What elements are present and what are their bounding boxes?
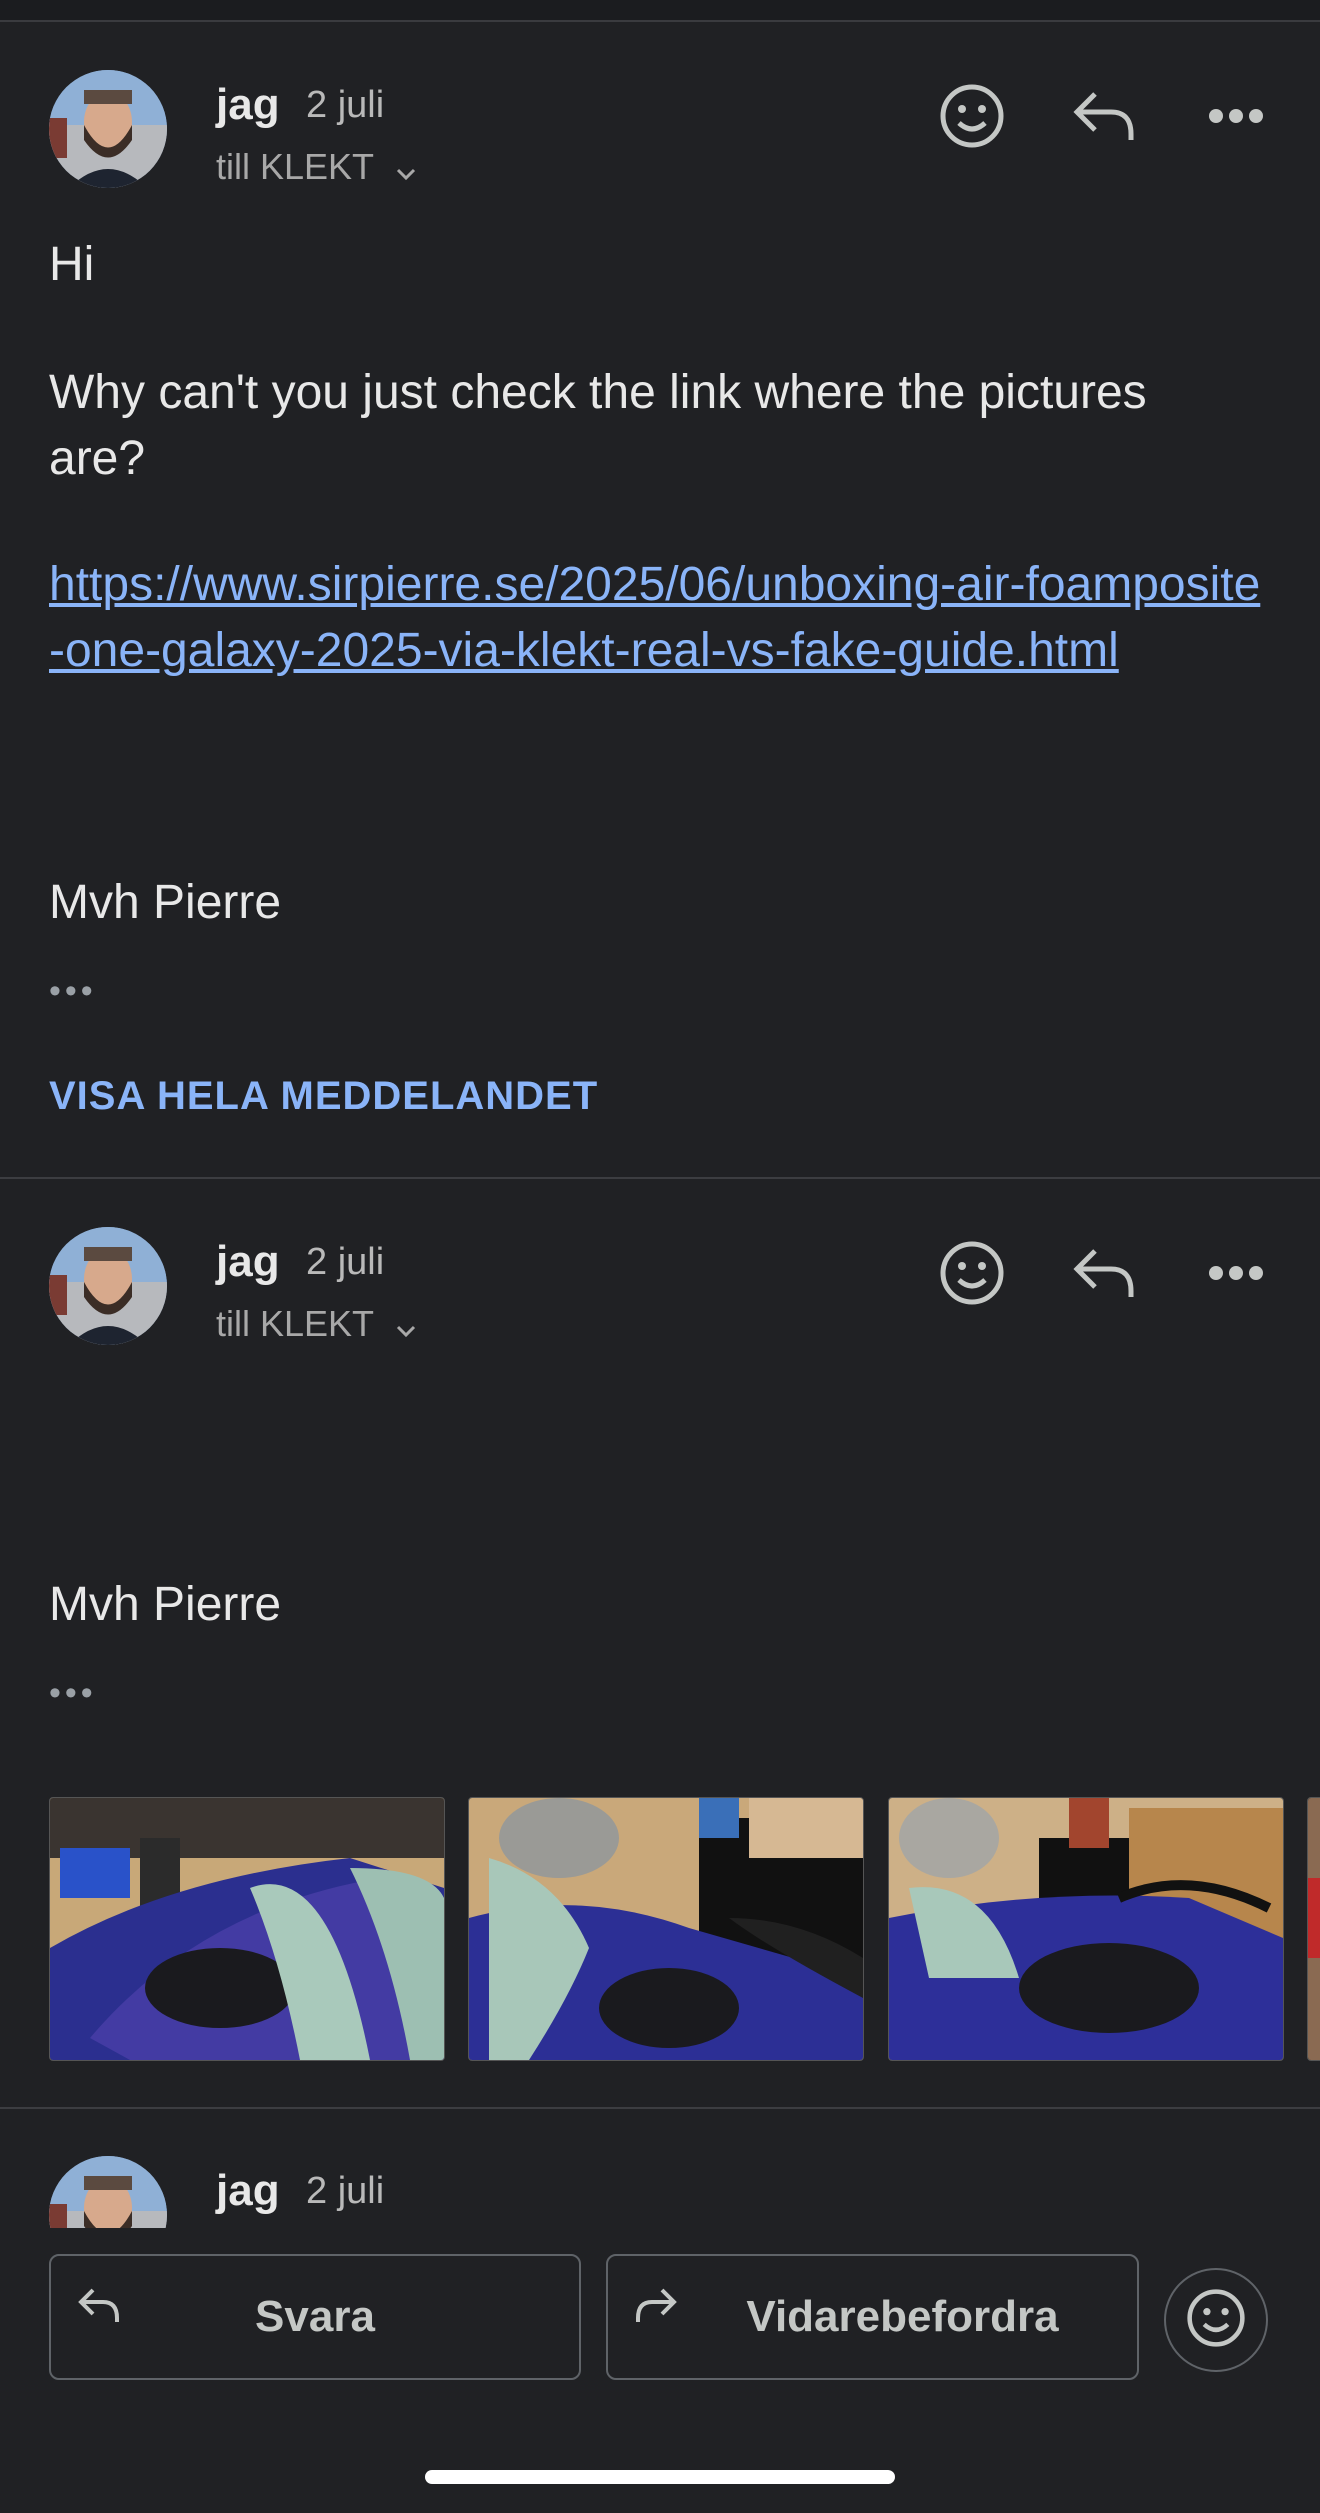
avatar[interactable] xyxy=(49,1227,167,1345)
message-date: 2 juli xyxy=(306,2170,385,2212)
reply-label: Svara xyxy=(255,2292,375,2341)
attachment-thumbnail[interactable] xyxy=(49,1797,445,2061)
attachment-thumbnail[interactable] xyxy=(888,1797,1284,2061)
message-header[interactable]: jag 2 juli xyxy=(0,2156,1320,2228)
divider xyxy=(0,2107,1320,2109)
message-greeting: Hi xyxy=(49,238,95,291)
reply-button[interactable]: Svara xyxy=(49,2254,581,2380)
message-signature: Mvh Pierre xyxy=(49,876,282,929)
avatar[interactable] xyxy=(49,70,167,188)
message-header[interactable]: jag 2 juli till KLEKT xyxy=(0,70,1320,210)
forward-label: Vidarebefordra xyxy=(746,2292,1059,2341)
message-date: 2 juli xyxy=(306,1241,385,1283)
chevron-down-icon xyxy=(395,1305,417,1347)
attachment-thumbnail[interactable] xyxy=(1307,1797,1320,2061)
trimmed-content-toggle[interactable]: ••• xyxy=(49,972,97,1011)
more-icon[interactable] xyxy=(1196,1233,1276,1313)
attachment-thumbnail[interactable] xyxy=(468,1797,864,2061)
reply-icon[interactable] xyxy=(1064,76,1144,156)
home-indicator[interactable] xyxy=(425,2470,895,2484)
message-date: 2 juli xyxy=(306,84,385,126)
forward-button[interactable]: Vidarebefordra xyxy=(606,2254,1139,2380)
message-link[interactable]: https://www.sirpierre.se/2025/06/unboxin… xyxy=(49,552,1269,684)
avatar[interactable] xyxy=(49,2156,167,2228)
trimmed-content-toggle[interactable]: ••• xyxy=(49,1674,97,1713)
reply-icon[interactable] xyxy=(1064,1233,1144,1313)
message-signature: Mvh Pierre xyxy=(49,1578,282,1631)
emoji-icon[interactable] xyxy=(932,1233,1012,1313)
sender-name: jag xyxy=(216,80,280,129)
emoji-react-button[interactable] xyxy=(1164,2268,1268,2372)
divider xyxy=(0,1177,1320,1179)
recipient-label: till KLEKT xyxy=(216,1303,374,1344)
emoji-icon xyxy=(1186,2288,1246,2353)
recipient-label: till KLEKT xyxy=(216,146,374,187)
chevron-down-icon xyxy=(395,148,417,190)
message-body: Why can't you just check the link where … xyxy=(49,366,1147,485)
emoji-icon[interactable] xyxy=(932,76,1012,156)
more-icon[interactable] xyxy=(1196,76,1276,156)
top-edge xyxy=(0,0,1320,22)
recipient-toggle[interactable]: till KLEKT xyxy=(216,146,417,190)
sender-name: jag xyxy=(216,2166,280,2215)
recipient-toggle[interactable]: till KLEKT xyxy=(216,1303,417,1347)
message-header[interactable]: jag 2 juli till KLEKT xyxy=(0,1227,1320,1367)
show-full-message-link[interactable]: VISA HELA MEDDELANDET xyxy=(49,1074,598,1119)
sender-name: jag xyxy=(216,1237,280,1286)
